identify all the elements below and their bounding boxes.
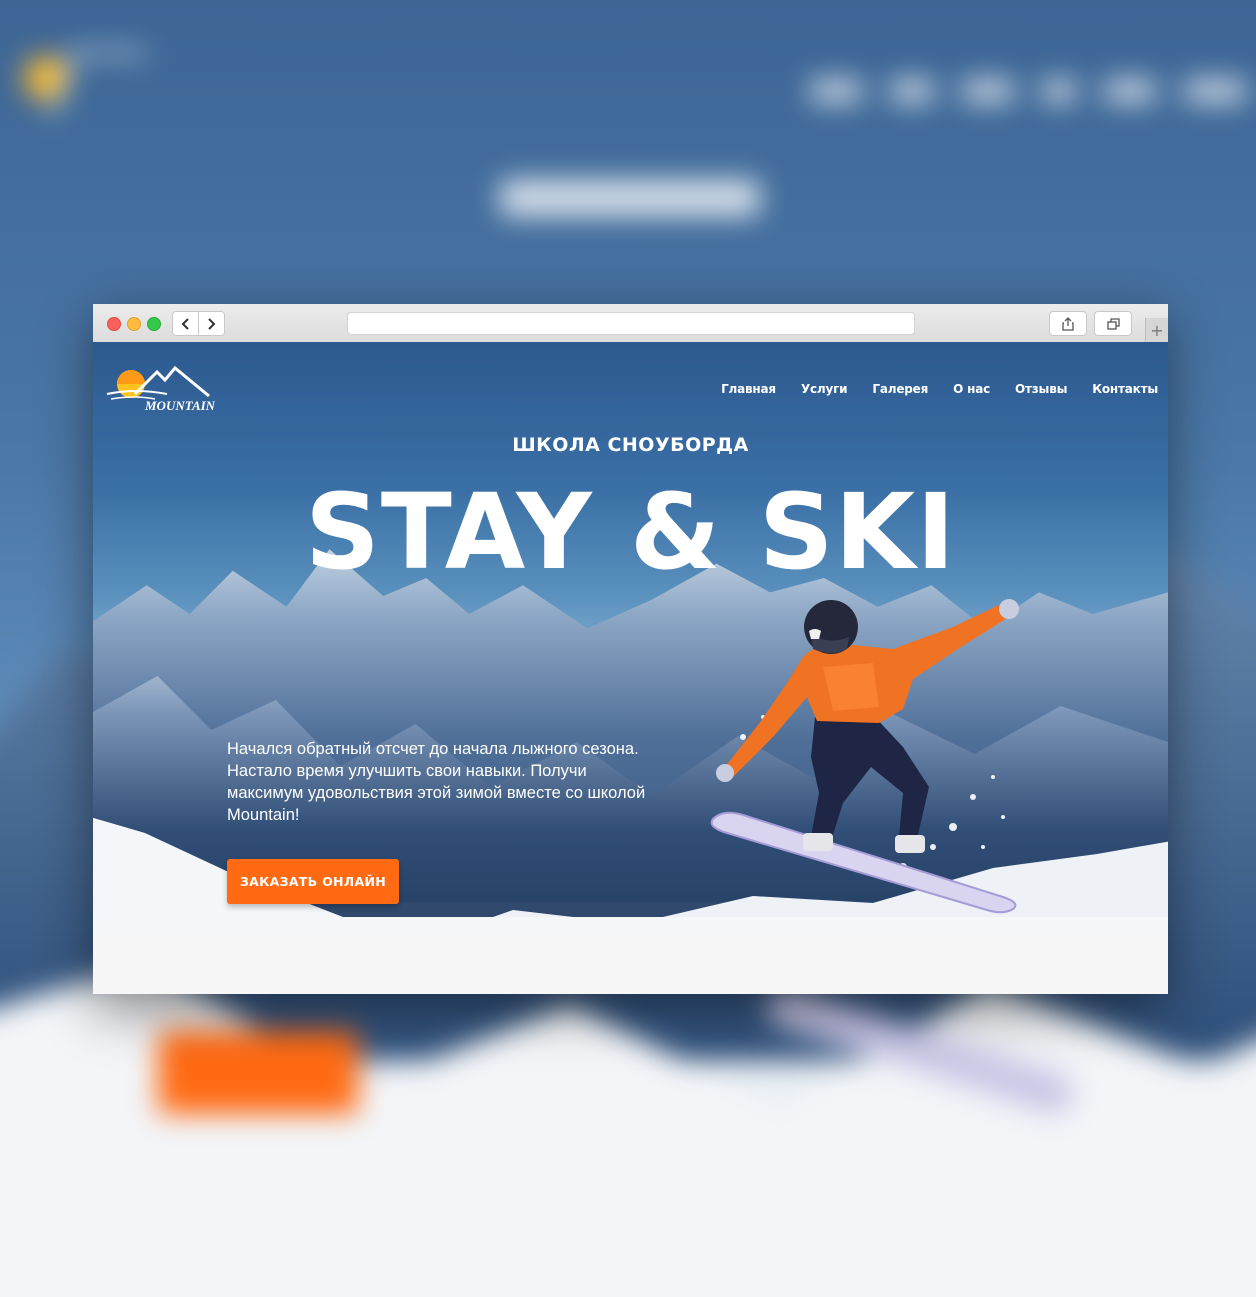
tabs-icon <box>1106 317 1120 330</box>
mountain-logo[interactable]: MOUNTAIN <box>105 366 215 416</box>
hero-lead-text: Начался обратный отсчет до начала лыжног… <box>227 740 646 824</box>
hero-section: MOUNTAIN Главная Услуги Галерея О нас От… <box>93 342 1168 938</box>
hero-headline: STAY & SKI <box>305 471 956 593</box>
minimize-window-button[interactable] <box>127 317 141 331</box>
new-tab-button[interactable]: + <box>1145 318 1168 342</box>
nav-item-services[interactable]: Услуги <box>801 382 848 396</box>
chevron-left-icon <box>181 317 189 330</box>
browser-window: + MOUNTAIN Главная Услуги Галерея О нас … <box>93 304 1168 994</box>
nav-item-contacts[interactable]: Контакты <box>1092 382 1158 396</box>
plus-icon: + <box>1150 320 1164 340</box>
nav-item-about[interactable]: О нас <box>953 382 990 396</box>
below-hero-strip <box>93 938 1168 994</box>
logo-text: MOUNTAIN <box>144 398 215 413</box>
nav-item-reviews[interactable]: Отзывы <box>1015 382 1067 396</box>
order-online-button[interactable]: ЗАКАЗАТЬ ОНЛАЙН <box>227 859 399 904</box>
chevron-right-icon <box>208 317 216 330</box>
address-bar[interactable] <box>347 312 915 335</box>
back-button[interactable] <box>172 311 199 336</box>
zoom-window-button[interactable] <box>147 317 161 331</box>
share-icon <box>1062 316 1074 331</box>
nav-item-gallery[interactable]: Галерея <box>872 382 928 396</box>
tabs-overview-button[interactable] <box>1094 311 1132 336</box>
browser-toolbar: + <box>93 304 1168 343</box>
share-button[interactable] <box>1049 311 1087 336</box>
main-navigation: Главная Услуги Галерея О нас Отзывы Конт… <box>721 382 1158 396</box>
close-window-button[interactable] <box>107 317 121 331</box>
forward-button[interactable] <box>199 311 225 336</box>
snowboarder-image <box>710 599 1019 914</box>
nav-item-home[interactable]: Главная <box>721 382 776 396</box>
hero-subtitle: ШКОЛА СНОУБОРДА <box>512 434 749 456</box>
